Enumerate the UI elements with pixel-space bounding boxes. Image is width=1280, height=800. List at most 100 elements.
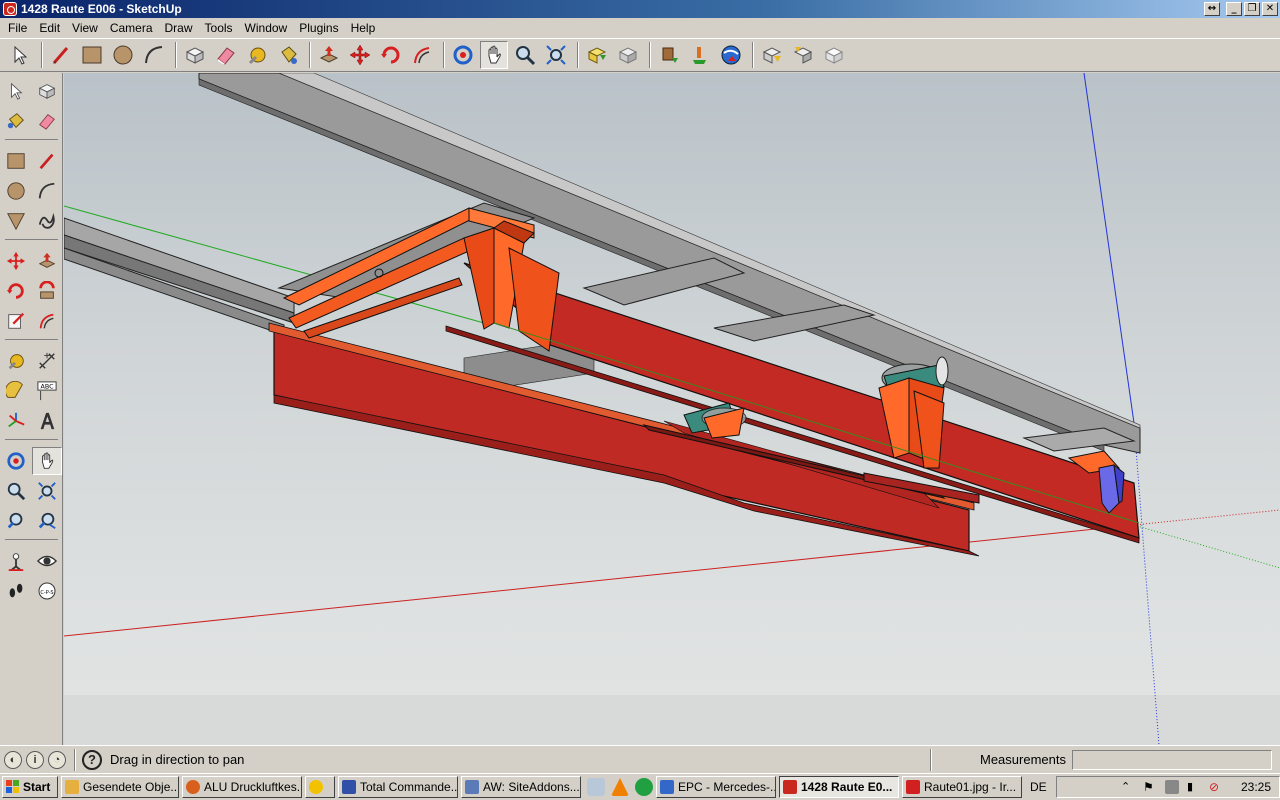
- get-components-icon[interactable]: [655, 41, 683, 69]
- restore-icon[interactable]: ↔: [1204, 2, 1220, 16]
- paint-bucket-icon[interactable]: [274, 41, 302, 69]
- look-around-icon[interactable]: [32, 547, 62, 575]
- section-plane-icon[interactable]: C-P-S: [32, 577, 62, 605]
- orbit-icon[interactable]: [449, 41, 477, 69]
- protractor-icon[interactable]: [1, 377, 31, 405]
- menu-file[interactable]: File: [2, 21, 33, 35]
- status-divider: [74, 748, 76, 771]
- skype-icon[interactable]: [635, 778, 653, 796]
- tape-measure-icon[interactable]: [1, 347, 31, 375]
- model-viewport[interactable]: [64, 73, 1280, 745]
- pan-icon[interactable]: [480, 41, 508, 69]
- maximize-icon[interactable]: ❐: [1244, 2, 1260, 16]
- make-component-icon[interactable]: [181, 41, 209, 69]
- menu-bar: File Edit View Camera Draw Tools Window …: [0, 18, 1280, 38]
- menu-view[interactable]: View: [66, 21, 104, 35]
- scale-icon[interactable]: [1, 307, 31, 335]
- offset-icon[interactable]: [408, 41, 436, 69]
- text-icon[interactable]: ABC: [32, 377, 62, 405]
- axes-icon[interactable]: [1, 407, 31, 435]
- menu-plugins[interactable]: Plugins: [293, 21, 344, 35]
- line-icon[interactable]: [32, 147, 62, 175]
- notepad-icon[interactable]: [587, 778, 605, 796]
- share-component-icon[interactable]: [686, 41, 714, 69]
- task-firefox[interactable]: ALU Druckluftkes...: [182, 776, 302, 798]
- credits-icon[interactable]: i: [26, 750, 44, 769]
- chevron-up-icon[interactable]: ⌃: [1121, 780, 1135, 794]
- get-models-icon[interactable]: [583, 41, 611, 69]
- task-outlook[interactable]: Gesendete Obje...: [61, 776, 179, 798]
- vlc-icon[interactable]: [611, 778, 629, 796]
- move-icon[interactable]: [346, 41, 374, 69]
- make-component-icon[interactable]: [32, 77, 62, 105]
- follow-me-icon[interactable]: [32, 277, 62, 305]
- zoom-icon[interactable]: [511, 41, 539, 69]
- select-icon[interactable]: [6, 41, 34, 69]
- menu-edit[interactable]: Edit: [33, 21, 66, 35]
- previous-view-icon[interactable]: [758, 41, 786, 69]
- tape-measure-icon[interactable]: [243, 41, 271, 69]
- circle-icon[interactable]: [1, 177, 31, 205]
- language-indicator[interactable]: DE: [1030, 780, 1052, 794]
- geo-location-icon[interactable]: ◐: [4, 750, 22, 769]
- rectangle-icon[interactable]: [1, 147, 31, 175]
- zoom-icon[interactable]: [1, 477, 31, 505]
- menu-help[interactable]: Help: [345, 21, 382, 35]
- network-icon[interactable]: ▮: [1187, 780, 1201, 794]
- standard-views-icon[interactable]: [820, 41, 848, 69]
- menu-draw[interactable]: Draw: [159, 21, 199, 35]
- zoom-extents-icon[interactable]: [32, 507, 62, 535]
- eraser-icon[interactable]: [32, 107, 62, 135]
- printer-icon[interactable]: [1164, 780, 1179, 794]
- orbit-icon[interactable]: [1, 447, 31, 475]
- menu-camera[interactable]: Camera: [104, 21, 159, 35]
- task-norton[interactable]: [305, 776, 335, 798]
- push-pull-icon[interactable]: [315, 41, 343, 69]
- menu-tools[interactable]: Tools: [199, 21, 239, 35]
- minimize-icon[interactable]: _: [1226, 2, 1242, 16]
- rotate-icon[interactable]: [377, 41, 405, 69]
- arc-icon[interactable]: [32, 177, 62, 205]
- line-icon[interactable]: [47, 41, 75, 69]
- orange-bracket-left: [463, 220, 560, 352]
- help-icon[interactable]: ?: [82, 749, 102, 770]
- task-irfanview[interactable]: Raute01.jpg - Ir...: [902, 776, 1022, 798]
- task-sketchup[interactable]: 1428 Raute E0...: [779, 776, 899, 798]
- offset-icon[interactable]: [32, 307, 62, 335]
- move-icon[interactable]: [1, 247, 31, 275]
- previous-view-icon[interactable]: [1, 507, 31, 535]
- zoom-window-icon[interactable]: [32, 477, 62, 505]
- left-toolbar: ABC C-P-S: [0, 73, 63, 745]
- task-epc[interactable]: EPC - Mercedes-...: [656, 776, 776, 798]
- google-earth-icon[interactable]: [717, 41, 745, 69]
- select-icon[interactable]: [1, 77, 31, 105]
- walk-icon[interactable]: [1, 577, 31, 605]
- position-camera-icon[interactable]: [1, 547, 31, 575]
- eraser-icon[interactable]: [212, 41, 240, 69]
- status-bar: ◐ i ◔ ? Drag in direction to pan Measure…: [0, 745, 1280, 773]
- arc-icon[interactable]: [140, 41, 168, 69]
- dimension-icon[interactable]: [32, 347, 62, 375]
- task-mail[interactable]: AW: SiteAddons....: [461, 776, 581, 798]
- paint-bucket-icon[interactable]: [1, 107, 31, 135]
- close-icon[interactable]: ✕: [1262, 2, 1278, 16]
- flag-icon[interactable]: ⚑: [1143, 780, 1157, 794]
- zoom-extents-icon[interactable]: [542, 41, 570, 69]
- pan-icon[interactable]: [32, 447, 62, 475]
- status-message: Drag in direction to pan: [110, 752, 245, 767]
- rectangle-icon[interactable]: [78, 41, 106, 69]
- push-pull-icon[interactable]: [32, 247, 62, 275]
- next-view-icon[interactable]: [789, 41, 817, 69]
- share-model-icon[interactable]: [614, 41, 642, 69]
- freehand-icon[interactable]: [32, 207, 62, 235]
- 3d-text-icon[interactable]: [32, 407, 62, 435]
- start-button[interactable]: Start: [2, 776, 58, 798]
- speaker-muted-icon[interactable]: ⊘: [1209, 780, 1223, 794]
- user-account-icon[interactable]: ◔: [48, 750, 66, 769]
- circle-icon[interactable]: [109, 41, 137, 69]
- measurements-input[interactable]: [1072, 749, 1272, 770]
- menu-window[interactable]: Window: [239, 21, 294, 35]
- task-total-commander[interactable]: Total Commande...: [338, 776, 458, 798]
- rotate-icon[interactable]: [1, 277, 31, 305]
- polygon-icon[interactable]: [1, 207, 31, 235]
